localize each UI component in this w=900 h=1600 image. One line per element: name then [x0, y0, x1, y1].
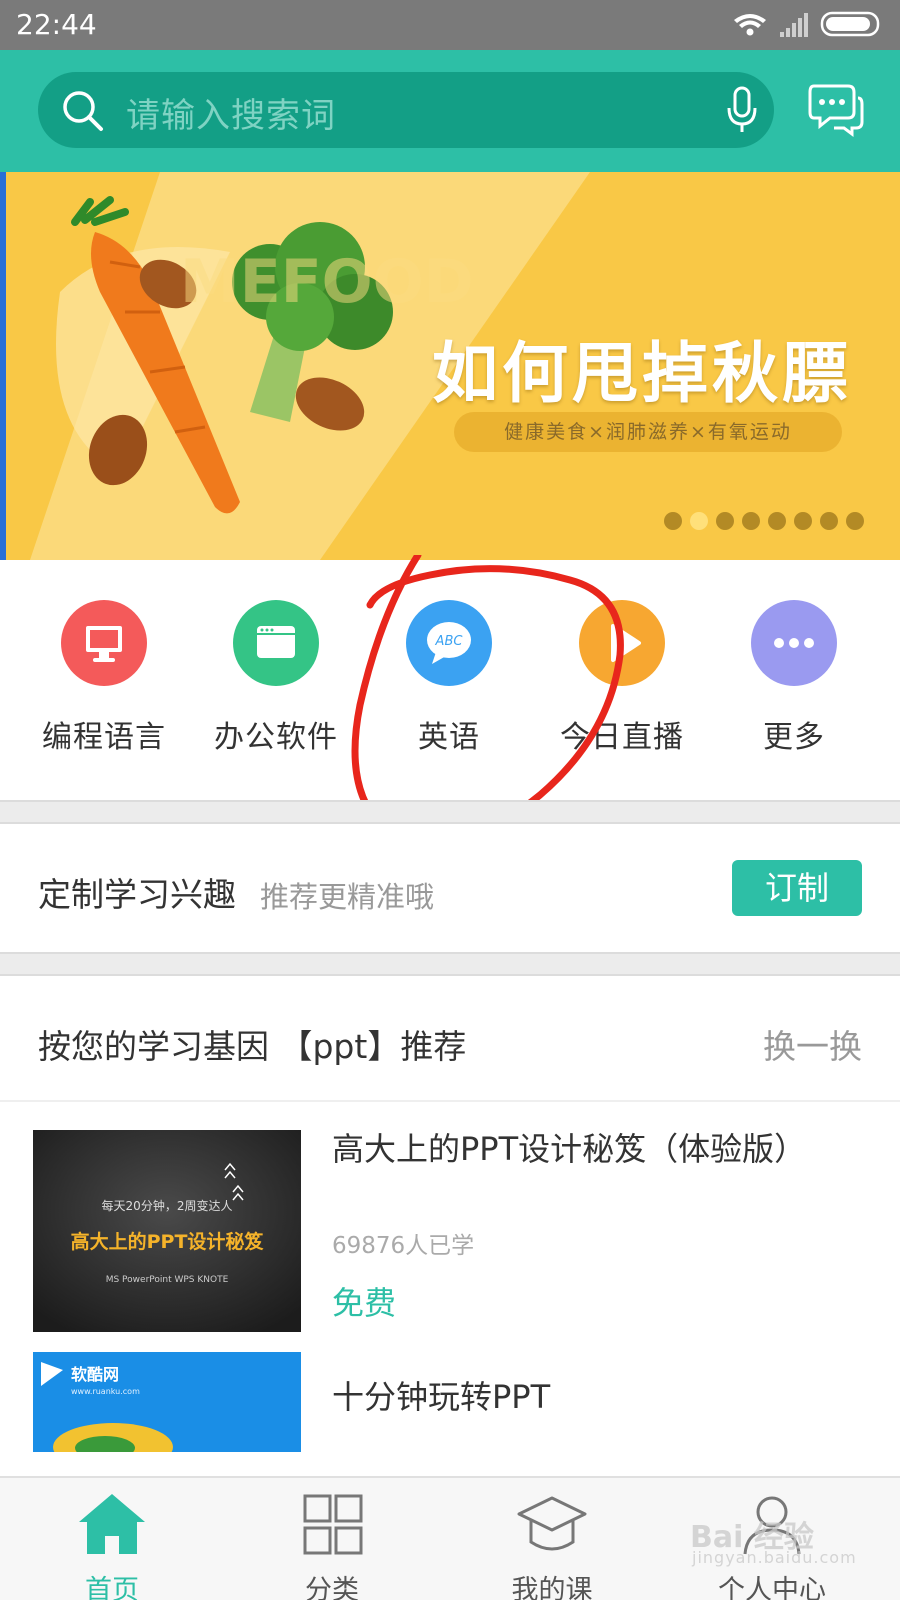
course-title: 十分钟玩转PPT [332, 1378, 551, 1416]
category-label: 英语 [418, 720, 480, 755]
status-icons [734, 11, 880, 37]
nav-label: 首页 [85, 1575, 139, 1600]
status-time: 22:44 [16, 8, 97, 41]
promo-banner[interactable]: MEFOOD 如何甩掉秋膘 健康美食×润肺滋养×有氧运动 [0, 172, 900, 560]
customize-title: 定制学习兴趣 [38, 875, 236, 914]
section-divider [0, 952, 900, 976]
window-icon [233, 600, 319, 686]
nav-label: 我的课 [511, 1575, 593, 1600]
course-price: 免费 [332, 1284, 397, 1322]
signal-icon [780, 13, 808, 37]
banner-subtitle: 健康美食×润肺滋养×有氧运动 [454, 412, 842, 452]
category-more[interactable]: 更多 [708, 600, 880, 756]
category-english[interactable]: ABC 英语 [363, 600, 535, 756]
carousel-dot[interactable] [794, 512, 812, 530]
refresh-button[interactable]: 换一换 [763, 1020, 862, 1068]
abc-chat-icon: ABC [406, 600, 492, 686]
nav-label: 个人中心 [718, 1575, 826, 1600]
recommend-title: 按您的学习基因 【ppt】推荐 [38, 1027, 467, 1066]
customize-subtitle: 推荐更精准哦 [260, 880, 435, 914]
carousel-dot[interactable] [664, 512, 682, 530]
abc-text: ABC [435, 634, 464, 649]
course-item[interactable]: 每天20分钟，2周变达人 高大上的PPT设计秘笈 MS PowerPoint W… [0, 1104, 900, 1344]
section-divider [0, 800, 900, 824]
search-input[interactable]: 请输入搜索词 [38, 72, 774, 148]
nav-my-courses[interactable]: 我的课 [462, 1492, 642, 1600]
battery-icon [820, 11, 880, 37]
category-row: 编程语言 办公软件 ABC 英语 今日直播 更多 [0, 560, 900, 800]
message-icon[interactable] [808, 78, 864, 138]
wifi-icon [734, 14, 766, 36]
thumb-brand-url: www.ruanku.com [71, 1387, 140, 1396]
carousel-dot[interactable] [820, 512, 838, 530]
play-icon [579, 600, 665, 686]
nav-label: 分类 [305, 1575, 359, 1600]
recommend-header: 按您的学习基因 【ppt】推荐 换一换 [0, 976, 900, 1102]
category-office[interactable]: 办公软件 [190, 600, 362, 756]
category-label: 办公软件 [214, 720, 338, 755]
thumb-tagline: 每天20分钟，2周变达人 [102, 1198, 233, 1213]
thumb-brand: 软酷网 [71, 1365, 119, 1384]
monitor-icon [61, 600, 147, 686]
graduation-cap-icon [517, 1496, 587, 1551]
category-live[interactable]: 今日直播 [536, 600, 708, 756]
carousel-dot[interactable] [846, 512, 864, 530]
carousel-dot-active[interactable] [690, 512, 708, 530]
category-label: 更多 [763, 720, 825, 755]
status-bar: 22:44 [0, 0, 900, 50]
course-item[interactable]: 软酷网 www.ruanku.com 十分钟玩转PPT [0, 1352, 900, 1476]
watermark-url: jingyan.baidu.com [692, 1548, 857, 1567]
nav-home[interactable]: 首页 [22, 1492, 202, 1600]
more-icon [751, 600, 837, 686]
app-header: 请输入搜索词 [0, 50, 900, 172]
banner-title: 如何甩掉秋膘 [432, 335, 852, 412]
thumb-headline: 高大上的PPT设计秘笈 [71, 1230, 265, 1253]
carousel-indicator [664, 512, 872, 532]
home-icon [79, 1494, 145, 1554]
category-label: 今日直播 [560, 720, 684, 755]
customize-button[interactable]: 订制 [732, 860, 862, 916]
carousel-dot[interactable] [742, 512, 760, 530]
banner-edge [0, 172, 6, 560]
customize-interest-row[interactable]: 定制学习兴趣 推荐更精准哦 订制 [0, 824, 900, 952]
search-placeholder: 请输入搜索词 [126, 96, 336, 136]
grid-icon [303, 1494, 363, 1555]
category-programming[interactable]: 编程语言 [18, 600, 190, 756]
category-label: 编程语言 [42, 720, 166, 755]
course-title: 高大上的PPT设计秘笈（体验版） [332, 1130, 807, 1168]
course-thumbnail[interactable]: 软酷网 www.ruanku.com [33, 1352, 301, 1452]
svg-text:MEFOOD: MEFOOD [180, 247, 474, 317]
carousel-dot[interactable] [716, 512, 734, 530]
search-icon [63, 91, 103, 131]
carousel-dot[interactable] [768, 512, 786, 530]
thumb-logos: MS PowerPoint WPS KNOTE [106, 1275, 229, 1285]
course-thumbnail[interactable]: 每天20分钟，2周变达人 高大上的PPT设计秘笈 MS PowerPoint W… [33, 1130, 301, 1332]
nav-category[interactable]: 分类 [242, 1492, 422, 1600]
course-learners: 69876人已学 [332, 1233, 475, 1259]
microphone-icon[interactable] [726, 86, 758, 134]
